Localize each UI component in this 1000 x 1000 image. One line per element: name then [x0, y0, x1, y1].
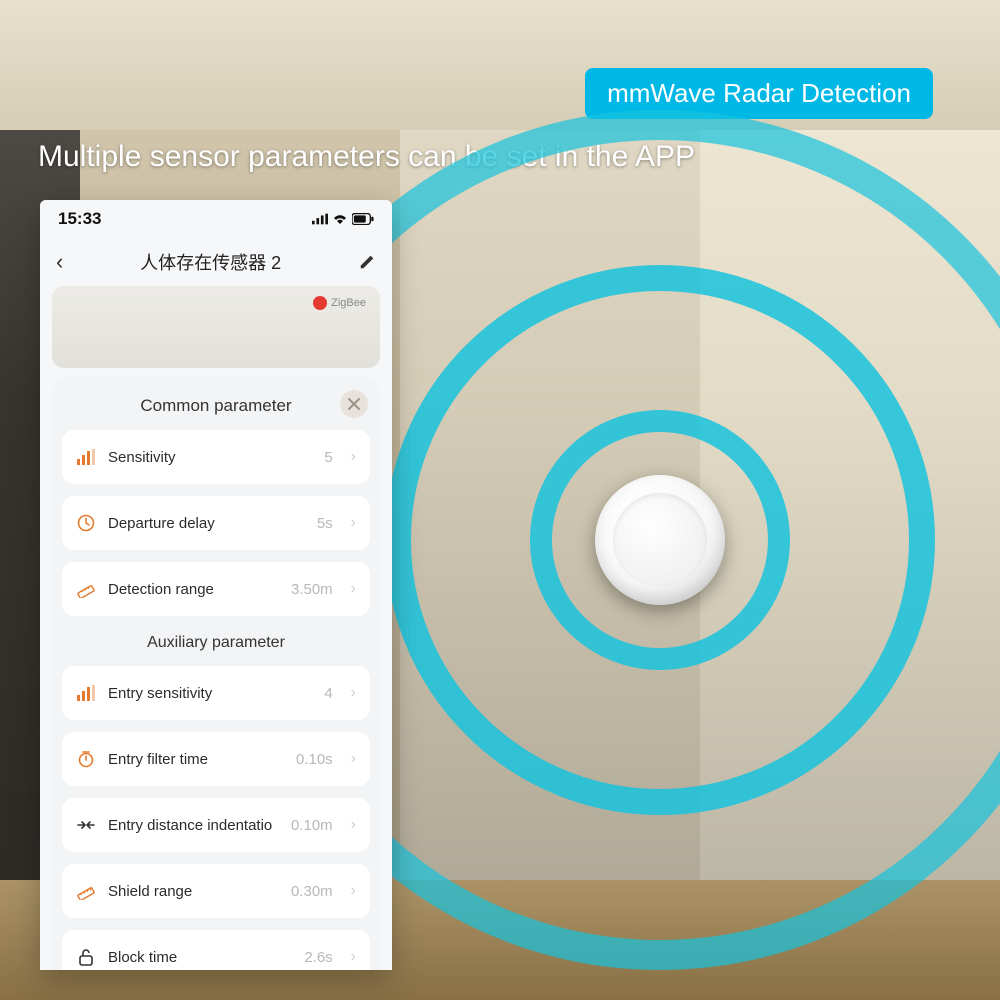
row-entry-distance-indent[interactable]: Entry distance indentatio 0.10m ›	[62, 798, 370, 852]
sensor-device	[595, 475, 725, 605]
chevron-right-icon: ›	[351, 882, 356, 900]
status-bar: 15:33	[40, 200, 392, 238]
phone-mockup: 15:33 ‹ 人体存在传感器 2 ZigBee Common paramete…	[40, 200, 392, 970]
status-icons	[312, 213, 374, 225]
row-value: 0.30m	[291, 883, 333, 900]
row-block-time[interactable]: Block time 2.6s ›	[62, 930, 370, 970]
row-value: 3.50m	[291, 581, 333, 598]
close-icon	[348, 398, 360, 410]
device-hero-card: ZigBee	[52, 286, 380, 368]
close-button[interactable]	[340, 390, 368, 418]
row-departure-delay[interactable]: Departure delay 5s ›	[62, 496, 370, 550]
section-common-header: Common parameter	[62, 392, 370, 430]
section-common-title: Common parameter	[140, 396, 291, 415]
nav-bar: ‹ 人体存在传感器 2	[40, 238, 392, 286]
chevron-right-icon: ›	[351, 684, 356, 702]
row-label: Block time	[108, 949, 292, 966]
edit-icon[interactable]	[358, 253, 376, 271]
row-value: 4	[324, 685, 332, 702]
protocol-badge: ZigBee	[313, 296, 366, 310]
row-label: Entry filter time	[108, 751, 284, 768]
chevron-right-icon: ›	[351, 750, 356, 768]
clock-icon	[76, 513, 96, 533]
row-shield-range[interactable]: Shield range 0.30m ›	[62, 864, 370, 918]
row-label: Shield range	[108, 883, 279, 900]
row-value: 0.10s	[296, 751, 333, 768]
nav-title: 人体存在传感器 2	[140, 249, 281, 275]
row-sensitivity[interactable]: Sensitivity 5 ›	[62, 430, 370, 484]
back-button[interactable]: ‹	[56, 249, 63, 275]
chevron-right-icon: ›	[351, 448, 356, 466]
row-value: 5	[324, 449, 332, 466]
ruler-icon	[76, 579, 96, 599]
protocol-label: ZigBee	[331, 297, 366, 309]
bars-icon	[76, 683, 96, 703]
row-entry-filter-time[interactable]: Entry filter time 0.10s ›	[62, 732, 370, 786]
row-value: 0.10m	[291, 817, 333, 834]
signal-icon	[312, 213, 328, 225]
section-aux-header: Auxiliary parameter	[62, 628, 370, 666]
row-value: 5s	[317, 515, 333, 532]
settings-sheet: Common parameter Sensitivity 5 › Departu…	[52, 376, 380, 970]
wifi-icon	[332, 213, 348, 225]
status-time: 15:33	[58, 209, 101, 229]
row-label: Departure delay	[108, 515, 305, 532]
row-label: Sensitivity	[108, 449, 312, 466]
chevron-right-icon: ›	[351, 580, 356, 598]
row-value: 2.6s	[304, 949, 332, 966]
bars-icon	[76, 447, 96, 467]
row-detection-range[interactable]: Detection range 3.50m ›	[62, 562, 370, 616]
lock-icon	[76, 947, 96, 967]
row-label: Detection range	[108, 581, 279, 598]
shield-icon	[76, 881, 96, 901]
row-entry-sensitivity[interactable]: Entry sensitivity 4 ›	[62, 666, 370, 720]
zigbee-icon	[313, 296, 327, 310]
indent-icon	[76, 815, 96, 835]
timer-icon	[76, 749, 96, 769]
battery-icon	[352, 213, 374, 225]
chevron-right-icon: ›	[351, 514, 356, 532]
chevron-right-icon: ›	[351, 948, 356, 966]
row-label: Entry distance indentatio	[108, 817, 279, 834]
row-label: Entry sensitivity	[108, 685, 312, 702]
chevron-right-icon: ›	[351, 816, 356, 834]
